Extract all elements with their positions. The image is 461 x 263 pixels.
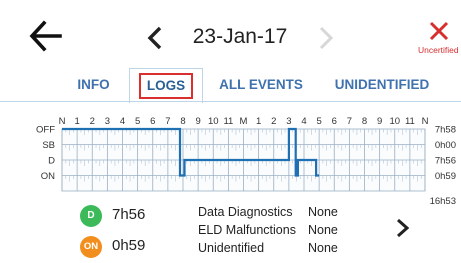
status-label: SB xyxy=(42,140,55,151)
log-grid: N 1 2 3 4 5 6 7 8 9 10 11 M 1 2 3 4 5 6 7 8 9 10 11 N OFF SB D ON 7h5… xyxy=(0,110,461,207)
eld-malfunctions-label: ELD Malfunctions xyxy=(198,223,296,237)
previous-day-button[interactable] xyxy=(143,24,167,52)
chevron-right-icon xyxy=(397,218,410,238)
tab-logs-label: LOGS xyxy=(138,73,194,99)
hour-label: 10 xyxy=(208,116,219,127)
hour-label: 5 xyxy=(135,116,140,127)
tab-unidentified[interactable]: UNIDENTIFIED xyxy=(322,68,442,102)
hour-label: 8 xyxy=(362,116,367,127)
hour-label: 6 xyxy=(150,116,155,127)
arrow-left-icon xyxy=(29,20,62,52)
hour-label: 3 xyxy=(286,116,291,127)
tab-logs[interactable]: LOGS xyxy=(129,68,203,103)
eld-malfunctions-value: None xyxy=(308,223,338,237)
log-date: 23-Jan-17 xyxy=(192,25,288,48)
hour-label: 7 xyxy=(165,116,170,127)
hour-label: 9 xyxy=(195,116,200,127)
next-day-button xyxy=(314,24,338,52)
tab-divider xyxy=(0,101,461,102)
tab-info[interactable]: INFO xyxy=(56,68,131,102)
status-total: 0h59 xyxy=(435,171,456,182)
status-total: 7h56 xyxy=(435,156,456,167)
status-label: ON xyxy=(41,171,55,182)
hour-label: 11 xyxy=(405,116,415,127)
hour-label: 6 xyxy=(332,116,337,127)
tab-all-events[interactable]: ALL EVENTS xyxy=(205,68,317,102)
hour-label: 10 xyxy=(389,116,400,127)
hour-label: 8 xyxy=(180,116,185,127)
details-button[interactable] xyxy=(394,217,412,239)
hour-label: 9 xyxy=(377,116,382,127)
back-button[interactable] xyxy=(26,18,66,54)
tab-bar: INFO LOGS ALL EVENTS UNIDENTIFIED xyxy=(0,68,461,103)
hour-label: 4 xyxy=(120,116,125,127)
status-label: D xyxy=(48,156,55,167)
status-total: 0h00 xyxy=(435,140,456,151)
chevron-left-icon xyxy=(147,26,162,50)
data-diagnostics-label: Data Diagnostics xyxy=(198,205,293,219)
chevron-right-icon xyxy=(319,26,334,50)
uncertified-label: Uncertified xyxy=(418,45,459,55)
hour-label: 2 xyxy=(90,116,95,127)
status-total: 7h58 xyxy=(435,125,456,136)
driving-badge: D xyxy=(80,205,102,227)
hour-label: 11 xyxy=(223,116,233,127)
status-label: OFF xyxy=(36,125,55,136)
hour-label: M xyxy=(240,116,248,127)
on-duty-badge: ON xyxy=(80,236,102,258)
hour-label: 1 xyxy=(256,116,261,127)
hour-label: 2 xyxy=(271,116,276,127)
hour-label: N xyxy=(422,116,429,127)
header: 23-Jan-17 Uncertified xyxy=(0,0,461,68)
log-grid-graph: N 1 2 3 4 5 6 7 8 9 10 11 M 1 2 3 4 5 6 7 8 9 10 11 NOFFSBDON7h5… xyxy=(36,116,456,207)
hour-label: N xyxy=(59,116,66,127)
hour-label: 5 xyxy=(316,116,321,127)
data-diagnostics-value: None xyxy=(308,205,338,219)
log-summary: D 7h56 ON 0h59 Data Diagnostics None ELD… xyxy=(0,200,461,263)
driving-duration: 7h56 xyxy=(112,206,146,223)
unidentified-label: Unidentified xyxy=(198,241,265,255)
hour-label: 3 xyxy=(105,116,110,127)
unidentified-value: None xyxy=(308,241,338,255)
on-duty-duration: 0h59 xyxy=(112,237,146,254)
uncertified-button[interactable]: Uncertified xyxy=(412,20,461,60)
hour-label: 1 xyxy=(74,116,79,127)
hour-label: 4 xyxy=(301,116,306,127)
hour-label: 7 xyxy=(347,116,352,127)
close-x-icon xyxy=(429,21,449,41)
